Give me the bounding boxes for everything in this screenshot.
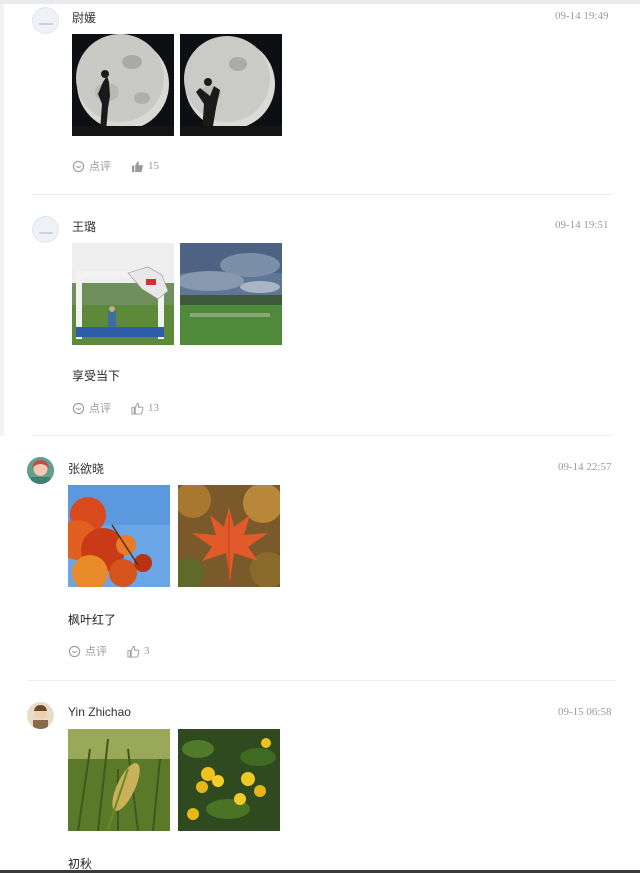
post-actions: 点评 13 <box>72 400 179 416</box>
photo-thumbnail[interactable] <box>68 729 170 831</box>
avatar[interactable] <box>32 216 59 243</box>
comment-icon <box>68 645 81 657</box>
avatar[interactable] <box>27 702 54 729</box>
post-actions: 点评 3 <box>68 643 170 659</box>
post-time: 09-15 06:58 <box>558 706 612 718</box>
post-actions: 点评 15 <box>72 158 179 174</box>
author-name[interactable]: 王璐 <box>72 218 96 235</box>
post-time: 09-14 19:51 <box>555 219 609 231</box>
post-caption: 枫叶红了 <box>68 613 117 627</box>
comment-label: 点评 <box>89 161 111 173</box>
comment-label: 点评 <box>85 646 107 658</box>
author-name[interactable]: Yin Zhichao <box>68 705 131 719</box>
thumbs-up-icon <box>131 160 143 172</box>
photo-thumbnail[interactable] <box>180 34 282 136</box>
like-count: 3 <box>144 645 150 657</box>
photo-thumbnail[interactable] <box>180 243 282 345</box>
photo-thumbnail[interactable] <box>178 729 280 831</box>
like-count: 15 <box>148 160 159 172</box>
like-button[interactable]: 3 <box>127 645 150 658</box>
comment-icon <box>72 402 85 414</box>
like-button[interactable]: 15 <box>131 160 159 173</box>
divider <box>32 194 612 195</box>
photo-thumbnail[interactable] <box>72 34 174 136</box>
post-time: 09-14 22:57 <box>558 461 612 473</box>
post-time: 09-14 19:49 <box>555 10 609 22</box>
comment-label: 点评 <box>89 403 111 415</box>
comment-button[interactable]: 点评 <box>68 643 107 659</box>
avatar[interactable] <box>27 457 54 484</box>
post-caption: 享受当下 <box>72 369 121 383</box>
comment-button[interactable]: 点评 <box>72 158 111 174</box>
thumbs-up-icon <box>127 645 140 658</box>
author-name[interactable]: 张欲晓 <box>68 460 104 477</box>
comment-button[interactable]: 点评 <box>72 400 111 416</box>
like-button[interactable]: 13 <box>131 402 159 415</box>
author-name[interactable]: 尉媛 <box>72 9 96 26</box>
photo-thumbnail[interactable] <box>178 485 280 587</box>
avatar[interactable] <box>32 7 59 34</box>
photo-thumbnail[interactable] <box>72 243 174 345</box>
comment-icon <box>72 160 85 172</box>
thumbs-up-icon <box>131 402 144 415</box>
like-count: 13 <box>148 402 159 414</box>
photo-thumbnail[interactable] <box>68 485 170 587</box>
